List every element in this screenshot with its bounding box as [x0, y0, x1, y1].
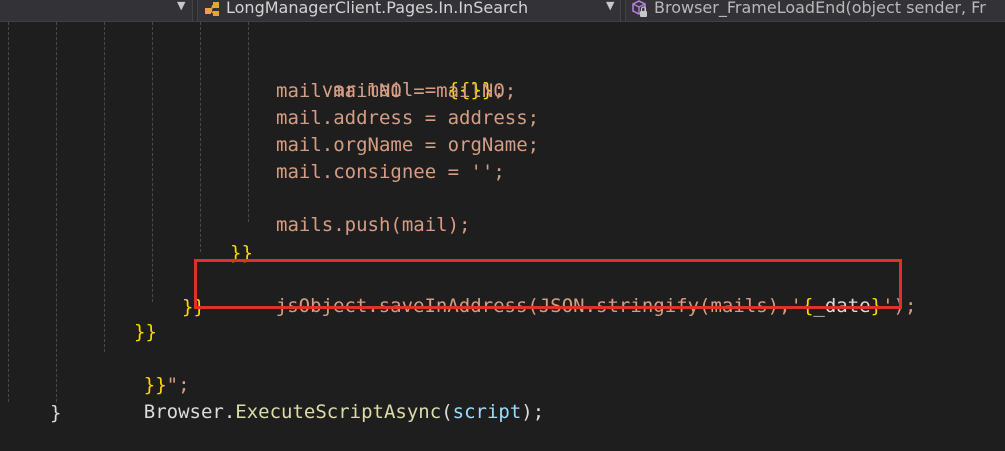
code-text: ); [521, 401, 545, 423]
indent-guide [200, 22, 201, 252]
code-line: Browser.ExecuteScriptAsync(script); [98, 373, 544, 423]
code-line: } [50, 402, 62, 424]
method-icon [632, 0, 647, 17]
code-line: }}"; [98, 346, 190, 396]
annotation-highlight-box [194, 259, 902, 309]
code-line: mail.address = address; [276, 107, 540, 129]
code-method: ExecuteScriptAsync [235, 401, 442, 423]
navigation-bar: ▼ LongManagerClient.Pages.In.InSearch ▼ … [0, 0, 1005, 22]
code-line: var mail = {{}}; [276, 51, 505, 101]
code-line: mail.consignee = ''; [276, 161, 505, 183]
class-dropdown-label: LongManagerClient.Pages.In.InSearch [226, 0, 529, 17]
code-text: ( [441, 401, 453, 423]
member-dropdown[interactable]: Browser_FrameLoadEnd(object sender, Fr [625, 0, 1005, 21]
code-text: Browser. [143, 401, 236, 423]
code-line: mails.push(mail); [276, 214, 471, 236]
code-parameter: script [452, 401, 522, 423]
code-line: mail.mailNO = mailNO; [276, 80, 517, 102]
indent-guide [152, 22, 153, 302]
code-line: }} [134, 321, 157, 343]
code-line: mail.orgName = orgName; [276, 134, 540, 156]
indent-guide [56, 22, 57, 402]
project-dropdown[interactable]: ▼ [0, 0, 193, 21]
class-dropdown[interactable]: LongManagerClient.Pages.In.InSearch ▼ [197, 0, 621, 21]
indent-guide [104, 22, 105, 352]
indent-guide [248, 22, 249, 222]
indent-guide [8, 22, 9, 402]
class-icon [205, 2, 219, 16]
chevron-down-icon: ▼ [177, 0, 186, 12]
chevron-down-icon: ▼ [606, 0, 615, 12]
code-editor[interactable]: var mail = {{}}; mail.mailNO = mailNO; m… [0, 22, 1005, 424]
member-dropdown-label: Browser_FrameLoadEnd(object sender, Fr [654, 0, 986, 17]
